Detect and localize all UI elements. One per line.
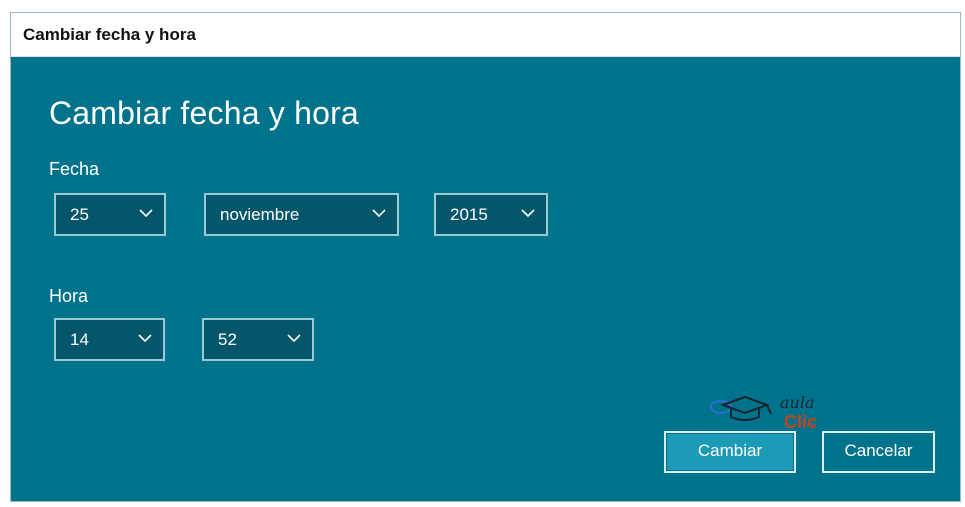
- day-value: 25: [70, 205, 89, 224]
- chevron-down-icon: [138, 334, 152, 343]
- graduation-cap-icon: [710, 395, 772, 421]
- month-value: noviembre: [220, 205, 300, 224]
- page-title: Cambiar fecha y hora: [49, 95, 359, 131]
- hour-value: 14: [70, 330, 89, 349]
- window-title: Cambiar fecha y hora: [23, 25, 196, 44]
- chevron-down-icon: [139, 209, 153, 218]
- hora-label: Hora: [49, 286, 89, 306]
- chevron-down-icon: [372, 209, 386, 218]
- chevron-down-icon: [521, 209, 535, 218]
- fecha-label: Fecha: [49, 159, 100, 179]
- year-select[interactable]: 2015: [434, 193, 548, 236]
- aulaclic-logo: aula Clic: [710, 393, 817, 432]
- minute-value: 52: [218, 330, 237, 349]
- cancelar-button[interactable]: Cancelar: [822, 431, 935, 473]
- logo-text-clic: Clic: [784, 412, 817, 432]
- chevron-down-icon: [287, 334, 301, 343]
- year-value: 2015: [450, 205, 488, 224]
- dialog-window: Cambiar fecha y hora Cambiar fecha y hor…: [10, 12, 961, 502]
- month-select[interactable]: noviembre: [204, 193, 399, 236]
- cambiar-button[interactable]: Cambiar: [664, 431, 796, 473]
- dialog-content: Cambiar fecha y hora Fecha 25 noviembre …: [11, 57, 960, 501]
- title-bar: Cambiar fecha y hora: [11, 13, 960, 57]
- minute-select[interactable]: 52: [202, 318, 314, 361]
- day-select[interactable]: 25: [54, 193, 166, 236]
- hour-select[interactable]: 14: [54, 318, 165, 361]
- logo-text-aula: aula: [780, 393, 815, 412]
